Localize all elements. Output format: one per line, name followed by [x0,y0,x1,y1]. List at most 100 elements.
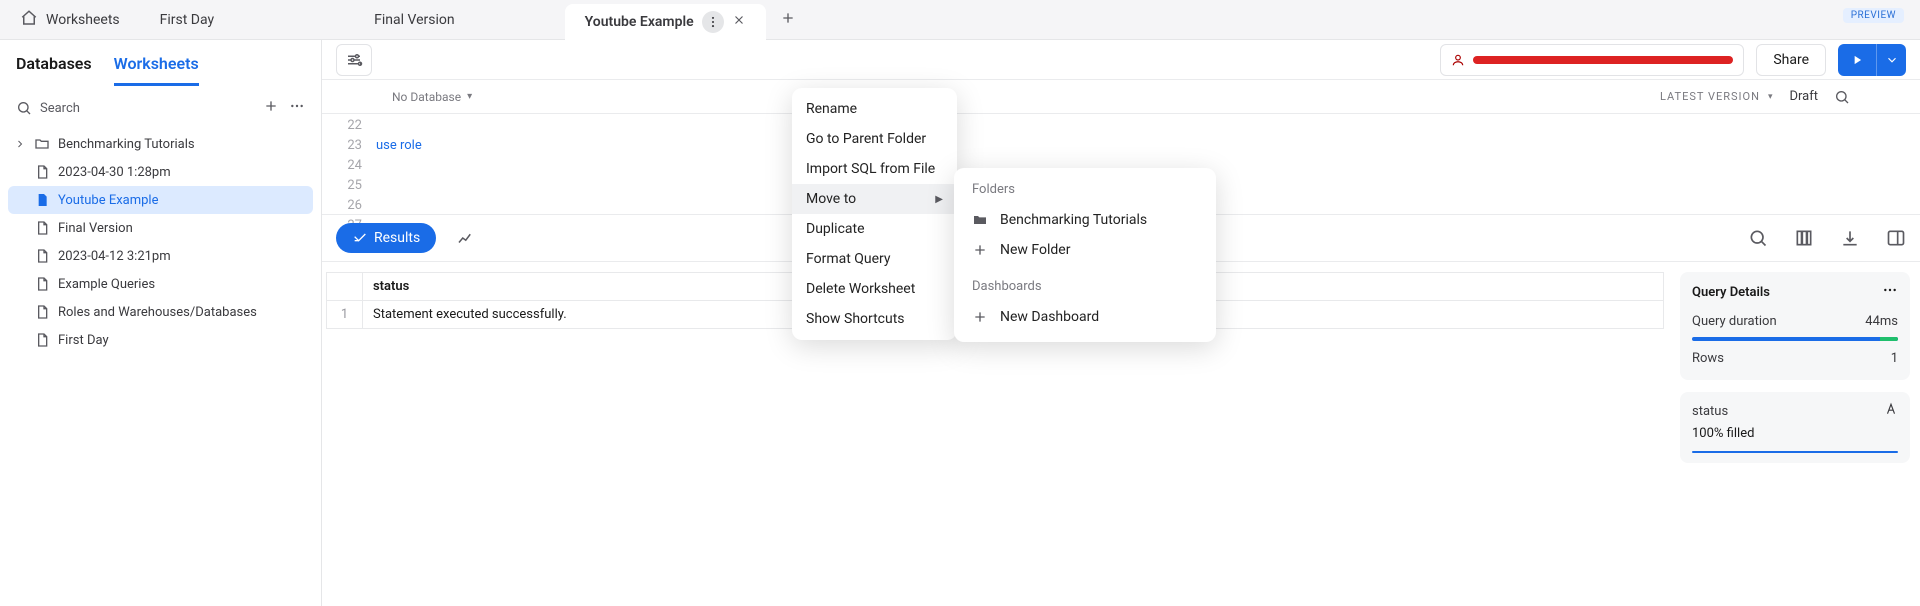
ctx-import-sql[interactable]: Import SQL from File [792,154,957,184]
tab-first-day[interactable]: First Day [140,0,235,40]
tab-kebab-icon[interactable] [702,11,724,33]
tree-item[interactable]: Example Queries [8,270,313,298]
row-number: 1 [327,301,363,329]
tab-label: First Day [160,12,215,28]
tab-active-youtube-example[interactable]: Youtube Example [565,4,766,40]
left-tab-databases[interactable]: Databases [16,54,92,86]
editor-search-icon[interactable] [1834,89,1850,105]
tree-item[interactable]: Roles and Warehouses/Databases [8,298,313,326]
status-col-label: status [1692,404,1728,419]
file-icon [34,248,50,264]
rows-label: Rows [1692,351,1724,366]
results-search-icon[interactable] [1748,228,1768,248]
user-icon [1451,53,1465,67]
columns-icon[interactable] [1794,228,1814,248]
ctx-duplicate[interactable]: Duplicate [792,214,957,244]
search-placeholder: Search [40,101,80,116]
ctx-delete[interactable]: Delete Worksheet [792,274,957,304]
file-icon [34,276,50,292]
close-tab-icon[interactable] [732,13,746,31]
sidebar-search[interactable]: Search [16,100,253,116]
tree-label: Example Queries [58,277,155,292]
file-icon [34,164,50,180]
query-details-panel: Query Details Query duration 44ms Rows 1 [1680,272,1910,380]
run-menu-button[interactable] [1876,44,1906,76]
chevron-down-icon: ▾ [1768,92,1774,102]
chevron-down-icon: ▾ [467,91,472,102]
rownum-header [327,273,363,301]
editor-gutter: 22 23 24 25 26 27 [322,114,376,214]
text-type-icon [1884,402,1898,420]
new-tab-button[interactable] [766,10,810,30]
plus-icon [972,309,988,325]
ctx-goto-parent[interactable]: Go to Parent Folder [792,124,957,154]
panel-more-icon[interactable] [1882,282,1898,302]
sub-head-folders: Folders [954,178,1216,205]
tab-home-label: Worksheets [46,12,120,28]
search-icon [16,100,32,116]
sub-head-dashboards: Dashboards [954,275,1216,302]
ctx-move-to[interactable]: Move to▶ [792,184,957,214]
tree-item-selected[interactable]: Youtube Example [8,186,313,214]
version-selector[interactable]: LATEST VERSION ▾ [1660,90,1773,103]
tree-folder-benchmarking[interactable]: Benchmarking Tutorials [8,130,313,158]
chart-toggle[interactable] [448,223,482,253]
tree-label: Benchmarking Tutorials [58,137,195,152]
no-db-label: No Database [392,90,461,104]
move-to-submenu: Folders Benchmarking Tutorials New Folde… [954,168,1216,342]
tree-label: 2023-04-30 1:28pm [58,165,171,180]
home-icon [20,9,38,31]
sub-new-folder[interactable]: New Folder [954,235,1216,265]
results-tab[interactable]: Results [336,223,436,253]
duration-bar [1692,337,1898,341]
chevron-right-icon: ▶ [935,194,943,205]
panel-title: Query Details [1692,285,1770,300]
database-selector[interactable]: No Database ▾ [392,90,1644,104]
role-warehouse-selector[interactable] [1440,44,1744,76]
ctx-shortcuts[interactable]: Show Shortcuts [792,304,957,334]
plus-icon [972,242,988,258]
sub-folder-benchmarking[interactable]: Benchmarking Tutorials [954,205,1216,235]
draft-label: Draft [1789,89,1818,104]
tree-label: 2023-04-12 3:21pm [58,249,171,264]
file-icon [34,220,50,236]
redacted-role [1473,56,1733,64]
filled-label: 100% filled [1692,426,1898,441]
version-label: LATEST VERSION [1660,90,1760,103]
download-icon[interactable] [1840,228,1860,248]
tree-label: Final Version [58,221,133,236]
ctx-rename[interactable]: Rename [792,94,957,124]
ctx-format-query[interactable]: Format Query [792,244,957,274]
tree-label: First Day [58,333,109,348]
more-icon[interactable] [289,98,305,118]
duration-value: 44ms [1865,314,1898,329]
tree-item[interactable]: Final Version [8,214,313,242]
add-worksheet-icon[interactable] [263,98,279,118]
worksheet-context-menu: Rename Go to Parent Folder Import SQL fr… [792,88,957,340]
chevron-right-icon [14,138,26,150]
sub-new-dashboard[interactable]: New Dashboard [954,302,1216,332]
tree-label: Youtube Example [58,193,158,208]
tree-label: Roles and Warehouses/Databases [58,305,257,320]
duration-label: Query duration [1692,314,1777,329]
file-icon [34,192,50,208]
rows-value: 1 [1891,351,1898,366]
panel-toggle-icon[interactable] [1886,228,1906,248]
file-icon [34,332,50,348]
tab-final-version[interactable]: Final Version [354,0,475,40]
left-tab-worksheets[interactable]: Worksheets [114,54,199,86]
filled-bar [1692,451,1898,453]
tree-item[interactable]: 2023-04-30 1:28pm [8,158,313,186]
share-button[interactable]: Share [1756,44,1826,76]
settings-button[interactable] [336,44,372,76]
tab-label: Youtube Example [585,14,694,30]
tab-label: Final Version [374,12,455,28]
tab-home[interactable]: Worksheets [0,0,140,40]
results-icon [352,230,368,246]
preview-badge: PREVIEW [1843,8,1904,23]
tree-item[interactable]: First Day [8,326,313,354]
folder-icon [972,212,988,228]
run-button[interactable] [1838,44,1876,76]
tree-item[interactable]: 2023-04-12 3:21pm [8,242,313,270]
folder-icon [34,136,50,152]
